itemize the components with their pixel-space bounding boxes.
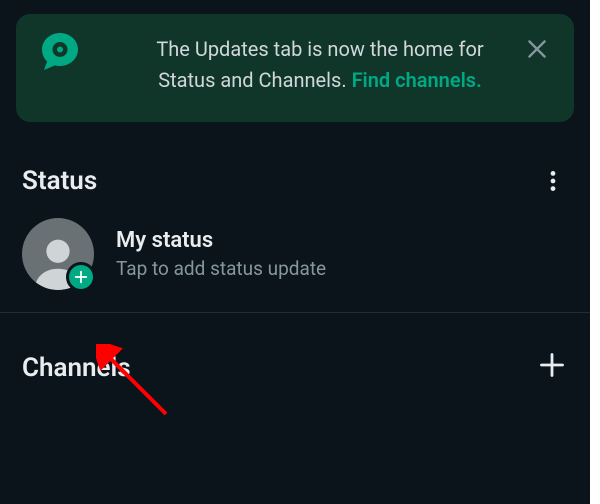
my-status-subtitle: Tap to add status update	[116, 257, 566, 280]
banner-text-line2-prefix: Status and Channels.	[158, 68, 351, 92]
updates-screen: The Updates tab is now the home for Stat…	[0, 0, 590, 504]
find-channels-link[interactable]: Find channels.	[352, 68, 482, 92]
add-channel-button[interactable]	[538, 351, 566, 384]
divider	[0, 312, 590, 313]
add-status-icon[interactable]	[66, 262, 96, 292]
banner-message: The Updates tab is now the home for Stat…	[106, 34, 552, 96]
channels-title: Channels	[22, 353, 131, 383]
avatar	[22, 218, 94, 290]
close-icon[interactable]	[524, 36, 552, 64]
channels-icon	[38, 30, 82, 78]
my-status-title: My status	[116, 228, 566, 253]
my-status-texts: My status Tap to add status update	[116, 228, 566, 280]
banner-text-line1: The Updates tab is now the home for	[156, 37, 483, 61]
updates-info-banner: The Updates tab is now the home for Stat…	[16, 14, 574, 122]
more-options-icon[interactable]	[540, 168, 566, 194]
status-title: Status	[22, 166, 97, 196]
status-section-header: Status	[0, 166, 590, 196]
my-status-row[interactable]: My status Tap to add status update	[0, 196, 590, 312]
channels-section-header: Channels	[0, 351, 590, 404]
